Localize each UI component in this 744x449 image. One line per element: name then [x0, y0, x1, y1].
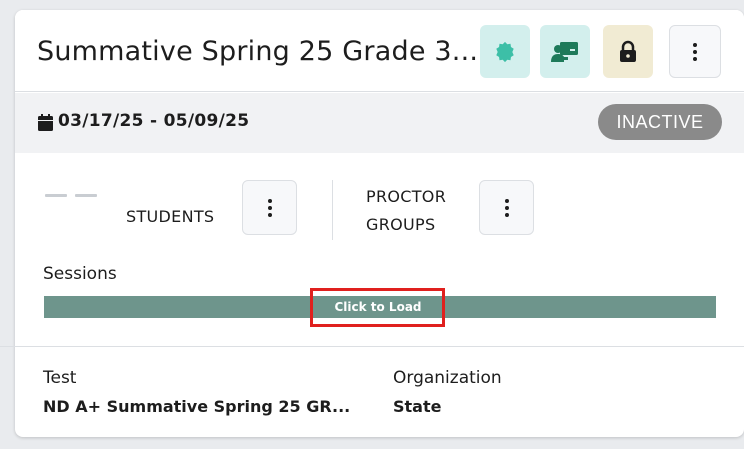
- classroom-button[interactable]: [540, 25, 590, 78]
- organization-label: Organization: [393, 368, 502, 388]
- date-row: 03/17/25 - 05/09/25 INACTIVE: [15, 93, 744, 153]
- verified-badge-icon: [496, 41, 514, 62]
- proctor-groups-menu-button[interactable]: [479, 180, 534, 235]
- more-vertical-icon: [504, 198, 509, 217]
- students-count-placeholder: [45, 194, 67, 197]
- lock-button[interactable]: [603, 25, 653, 78]
- click-to-load-button[interactable]: Click to Load: [320, 296, 436, 318]
- more-options-button[interactable]: [669, 25, 721, 78]
- classroom-icon: [551, 41, 578, 62]
- students-count-placeholder: [75, 194, 97, 197]
- calendar-icon: [38, 114, 53, 131]
- test-value: ND A+ Summative Spring 25 GR...: [43, 397, 351, 416]
- proctor-groups-label: PROCTOR GROUPS: [366, 183, 446, 239]
- sessions-label: Sessions: [43, 264, 117, 284]
- organization-value: State: [393, 397, 442, 416]
- status-badge: INACTIVE: [598, 104, 722, 140]
- date-range: 03/17/25 - 05/09/25: [58, 111, 250, 131]
- section-divider: [0, 346, 744, 347]
- students-label: STUDENTS: [126, 207, 215, 226]
- proctor-label-line2: GROUPS: [366, 215, 436, 234]
- verified-button[interactable]: [480, 25, 530, 78]
- test-label: Test: [43, 368, 77, 388]
- students-menu-button[interactable]: [242, 180, 297, 235]
- proctor-label-line1: PROCTOR: [366, 187, 447, 206]
- card-header: Summative Spring 25 Grade 3...: [15, 10, 744, 92]
- divider: [332, 180, 333, 240]
- more-vertical-icon: [267, 198, 272, 217]
- assessment-title[interactable]: Summative Spring 25 Grade 3...: [37, 36, 477, 67]
- lock-icon: [620, 40, 636, 62]
- more-vertical-icon: [693, 42, 697, 61]
